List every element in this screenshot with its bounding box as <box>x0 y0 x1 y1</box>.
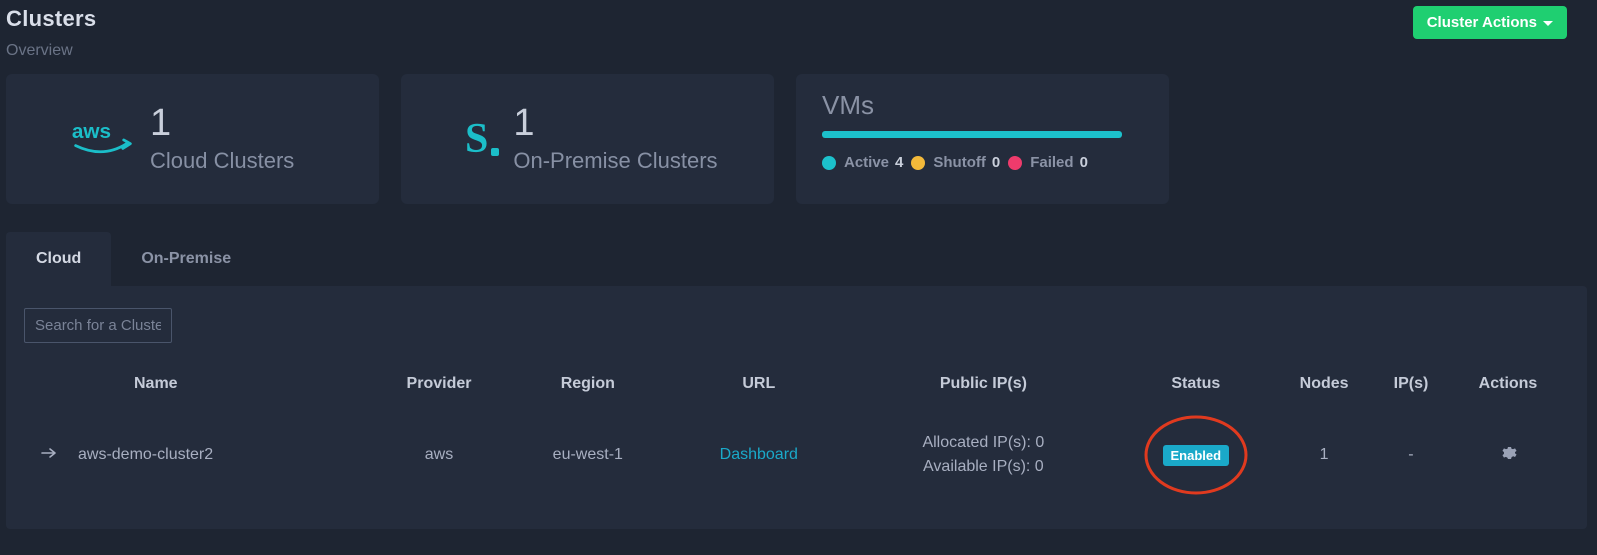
allocated-ips: Allocated IP(s): 0 <box>852 431 1114 455</box>
cell-public-ips: Allocated IP(s): 0 Available IP(s): 0 <box>848 421 1118 489</box>
aws-icon: aws <box>70 111 136 167</box>
onprem-clusters-count: 1 <box>513 104 717 142</box>
vms-failed-label: Failed <box>1030 154 1073 171</box>
col-nodes: Nodes <box>1273 375 1375 421</box>
page-title: Clusters <box>6 6 96 32</box>
overview-cards: aws 1 Cloud Clusters S 1 On-Premis <box>6 74 1587 204</box>
cell-provider: aws <box>372 421 507 489</box>
status-badge: Enabled <box>1163 445 1230 466</box>
dashboard-link[interactable]: Dashboard <box>720 446 798 463</box>
col-actions: Actions <box>1447 375 1569 421</box>
col-region: Region <box>506 375 669 421</box>
cell-ips: - <box>1375 421 1447 489</box>
table-row: aws-demo-cluster2 aws eu-west-1 Dashboar… <box>24 421 1569 489</box>
col-provider: Provider <box>372 375 507 421</box>
vms-active-count: 4 <box>895 154 903 171</box>
onprem-clusters-card: S 1 On-Premise Clusters <box>401 74 774 204</box>
cloud-clusters-count: 1 <box>150 104 294 142</box>
vms-shutoff-label: Shutoff <box>933 154 985 171</box>
col-public-ips: Public IP(s) <box>848 375 1118 421</box>
col-ips: IP(s) <box>1375 375 1447 421</box>
vms-shutoff-count: 0 <box>992 154 1000 171</box>
vms-title: VMs <box>822 90 1143 121</box>
tab-cloud[interactable]: Cloud <box>6 232 111 286</box>
tabs: Cloud On-Premise <box>6 232 1587 286</box>
vms-progress-bar <box>822 131 1122 138</box>
cluster-actions-label: Cluster Actions <box>1427 14 1537 31</box>
cluster-actions-button[interactable]: Cluster Actions <box>1413 6 1567 39</box>
tab-body: Name Provider Region URL Public IP(s) St… <box>6 286 1587 529</box>
onprem-clusters-label: On-Premise Clusters <box>513 148 717 174</box>
expand-row-icon[interactable] <box>41 446 57 463</box>
col-name: Name <box>74 375 372 421</box>
cell-name: aws-demo-cluster2 <box>74 421 372 489</box>
status-dot-active-icon <box>822 156 836 170</box>
overview-label: Overview <box>6 42 96 60</box>
vms-failed-count: 0 <box>1080 154 1088 171</box>
cell-nodes: 1 <box>1273 421 1375 489</box>
vms-active-label: Active <box>844 154 889 171</box>
search-input[interactable] <box>24 308 172 343</box>
svg-text:aws: aws <box>72 120 111 143</box>
status-dot-failed-icon <box>1008 156 1022 170</box>
tab-on-premise[interactable]: On-Premise <box>111 232 261 286</box>
status-dot-shutoff-icon <box>911 156 925 170</box>
cell-region: eu-west-1 <box>506 421 669 489</box>
gear-icon[interactable] <box>1499 449 1517 466</box>
cloud-clusters-label: Cloud Clusters <box>150 148 294 174</box>
clusters-table: Name Provider Region URL Public IP(s) St… <box>24 375 1569 489</box>
onprem-logo-icon: S <box>465 118 499 160</box>
available-ips: Available IP(s): 0 <box>852 455 1114 479</box>
cloud-clusters-card: aws 1 Cloud Clusters <box>6 74 379 204</box>
chevron-down-icon <box>1543 21 1553 26</box>
col-status: Status <box>1118 375 1273 421</box>
vms-card: VMs Active 4 Shutoff 0 Failed 0 <box>796 74 1169 204</box>
col-url: URL <box>669 375 848 421</box>
